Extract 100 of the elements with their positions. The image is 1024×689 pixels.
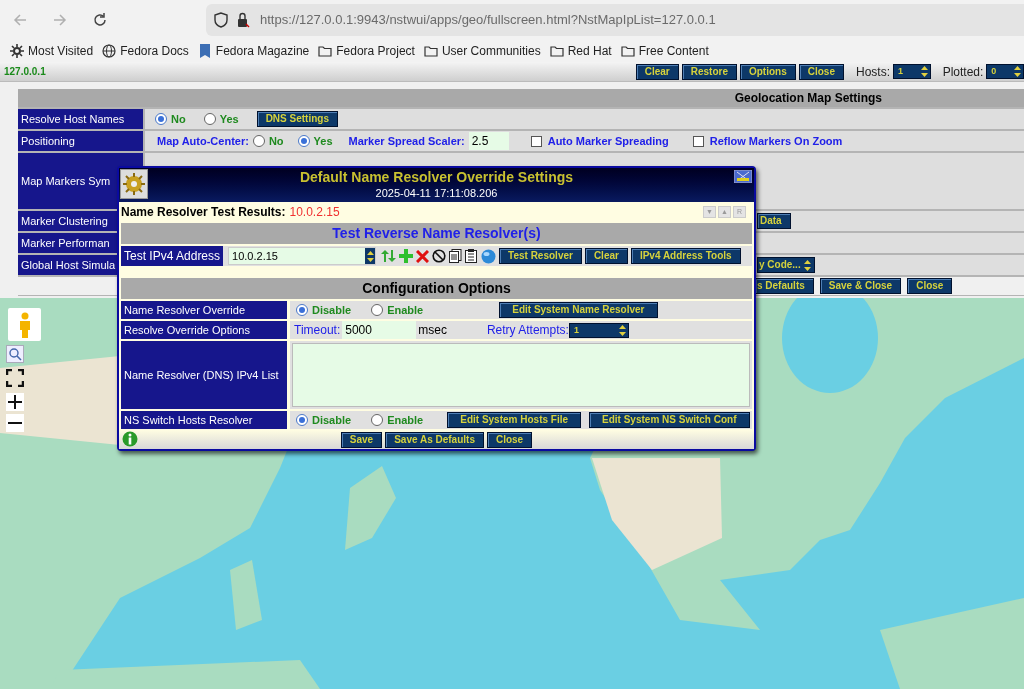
button[interactable]: Close: [907, 278, 953, 294]
person-icon: [17, 311, 32, 338]
zoom-area-icon[interactable]: [6, 345, 24, 363]
section-heading: Test Reverse Name Resolver(s): [332, 224, 541, 243]
results-label: Name Resolver Test Results:: [121, 203, 286, 221]
row-label: Marker Performan: [21, 235, 110, 251]
radio-button[interactable]: [252, 135, 265, 147]
zoom-in-icon[interactable]: [6, 393, 24, 411]
bookmark-link[interactable]: Free Content: [638, 42, 709, 60]
spinner-icon: [1014, 66, 1021, 77]
field-label: Map Auto-Center:: [157, 133, 249, 149]
checkbox-label[interactable]: Auto Marker Spreading: [547, 132, 669, 150]
timestamp: 2025-04-11 17:11:08.206: [375, 186, 498, 201]
bookmark-link[interactable]: Fedora Project: [336, 42, 415, 60]
radio-button[interactable]: [203, 113, 216, 125]
results-value: 10.0.2.15: [289, 203, 340, 221]
dialog-title: Default Name Resolver Override Settings: [299, 169, 574, 187]
address-field[interactable]: 10.0.2.15: [228, 247, 377, 265]
clipboard-icon[interactable]: [465, 249, 479, 263]
button[interactable]: Edit System NS Switch Conf: [589, 412, 750, 428]
no-entry-icon[interactable]: [432, 249, 447, 263]
bookmark-link[interactable]: Fedora Magazine: [215, 42, 310, 60]
field-label: Timeout:: [294, 322, 341, 339]
radio-button[interactable]: [296, 304, 308, 316]
bookmark-link[interactable]: User Communities: [441, 42, 541, 60]
delete-icon[interactable]: [416, 249, 430, 263]
button[interactable]: Save: [340, 431, 383, 448]
select-field[interactable]: 1: [568, 322, 629, 338]
select-field[interactable]: y Code...: [757, 257, 815, 273]
gear-icon[interactable]: [10, 44, 24, 58]
button[interactable]: Edit System Name Resolver: [499, 302, 658, 318]
gear-icon: [123, 173, 145, 195]
unit-label: msec: [418, 322, 447, 339]
bookmark-link[interactable]: Red Hat: [567, 42, 612, 60]
lock-icon: [236, 12, 250, 28]
toolbar-button[interactable]: Clear: [635, 63, 679, 80]
row-label: Resolve Host Names: [21, 111, 125, 127]
spinner-icon: [803, 259, 811, 271]
button[interactable]: s Defaults: [755, 278, 814, 294]
panel-title: Geolocation Map Settings: [734, 90, 882, 107]
row-label: Marker Clustering: [21, 213, 108, 229]
row-label: Name Resolver Override: [124, 302, 246, 318]
checkbox[interactable]: [530, 135, 542, 147]
settings-button[interactable]: [120, 169, 148, 199]
document-icon[interactable]: [449, 249, 463, 263]
button[interactable]: Close: [486, 431, 533, 448]
info-icon[interactable]: [122, 431, 138, 447]
folder-icon[interactable]: [549, 44, 564, 58]
close-icon[interactable]: [734, 170, 752, 183]
shield-icon: [214, 12, 228, 28]
toolbar-button[interactable]: Restore: [681, 63, 737, 80]
host-label: 127.0.0.1: [4, 65, 46, 79]
button[interactable]: IPv4 Address Tools: [630, 248, 741, 264]
row-label: Global Host Simula: [21, 257, 116, 273]
folder-icon[interactable]: [318, 44, 333, 58]
button[interactable]: Save As Defaults: [385, 431, 484, 448]
folder-icon[interactable]: [423, 44, 438, 58]
row-label: Resolve Override Options: [124, 322, 250, 338]
fullscreen-icon[interactable]: [6, 369, 24, 387]
row-label: NS Switch Hosts Resolver: [124, 412, 253, 428]
bookmark-link[interactable]: Most Visited: [28, 42, 94, 60]
radio-button[interactable]: [297, 135, 310, 147]
input-field[interactable]: 2.5: [468, 132, 509, 150]
radio-button[interactable]: [296, 414, 308, 426]
section-heading: Configuration Options: [362, 279, 511, 298]
row-label: Name Resolver (DNS) IPv4 List: [124, 367, 279, 383]
dns-settings-button[interactable]: DNS Settings: [256, 111, 338, 127]
checkbox[interactable]: [692, 135, 704, 147]
row-label: Map Markers Sym: [21, 173, 111, 189]
field-label: Retry Attempts:: [486, 322, 569, 339]
radio-button[interactable]: [371, 304, 384, 316]
field-label: Marker Spread Scaler:: [348, 133, 465, 149]
spinner-icon: [366, 250, 374, 262]
button[interactable]: Save & Close: [819, 278, 902, 294]
radio-button[interactable]: [371, 414, 384, 426]
reload-icon[interactable]: [92, 12, 108, 28]
globe-icon[interactable]: [102, 44, 117, 58]
spinner-icon: [920, 66, 928, 77]
row-label: Positioning: [21, 133, 75, 149]
button[interactable]: Clear: [584, 248, 628, 264]
toolbar-button[interactable]: Close: [798, 63, 844, 80]
hosts-label: Hosts:: [856, 63, 890, 81]
button[interactable]: Data: [757, 213, 791, 229]
zoom-out-icon[interactable]: [6, 414, 24, 432]
plotted-label: Plotted:: [942, 63, 984, 81]
url-text: https://127.0.0.1:9943/nstwui/apps/geo/fullscreen.html?NstMapIpList=127.0.0.1: [260, 11, 716, 30]
bookmark-link[interactable]: Fedora Docs: [120, 42, 189, 60]
bookmark-icon[interactable]: [197, 44, 212, 58]
folder-icon[interactable]: [620, 44, 635, 58]
toolbar-button[interactable]: Options: [740, 63, 796, 80]
address-bar[interactable]: https://127.0.0.1:9943/nstwui/apps/geo/fullscreen.html?NstMapIpList=127.0.0.1: [206, 4, 1024, 36]
select-field[interactable]: 1: [893, 64, 931, 79]
select-field[interactable]: 0: [986, 64, 1024, 79]
spinner-icon: [618, 324, 626, 336]
checkbox-label[interactable]: Reflow Markers On Zoom: [709, 132, 843, 150]
row-label: Test IPv4 Address: [124, 248, 221, 265]
button[interactable]: Test Resolver: [499, 248, 582, 264]
button[interactable]: Edit System Hosts File: [447, 412, 582, 428]
timeout-field[interactable]: 5000: [342, 321, 417, 339]
radio-button[interactable]: [155, 113, 167, 125]
